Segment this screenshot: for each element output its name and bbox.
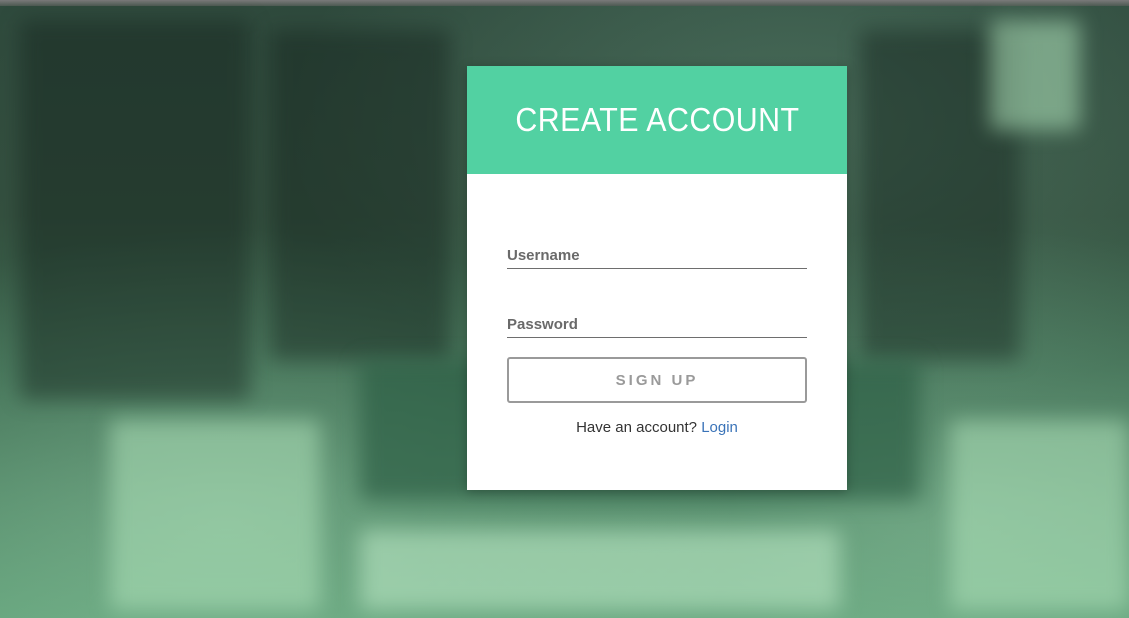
login-prompt-text: Have an account?	[576, 419, 698, 436]
card-header: CREATE ACCOUNT	[467, 66, 847, 174]
chair	[950, 420, 1129, 610]
signup-card: CREATE ACCOUNT SIGN UP Have an account? …	[467, 66, 847, 490]
top-strip	[0, 0, 1129, 6]
wall-decoration	[990, 20, 1080, 130]
wall-panel	[20, 20, 250, 400]
chair	[110, 420, 320, 610]
login-link[interactable]: Login	[701, 419, 738, 436]
page-title: CREATE ACCOUNT	[514, 101, 800, 138]
login-prompt: Have an account? Login	[467, 419, 847, 436]
password-input[interactable]	[507, 313, 807, 335]
username-field-container	[507, 244, 807, 269]
signup-button[interactable]: SIGN UP	[507, 357, 807, 403]
table	[360, 530, 840, 610]
password-field-container	[507, 313, 807, 338]
wall-panel	[270, 30, 450, 360]
username-input[interactable]	[507, 244, 807, 266]
